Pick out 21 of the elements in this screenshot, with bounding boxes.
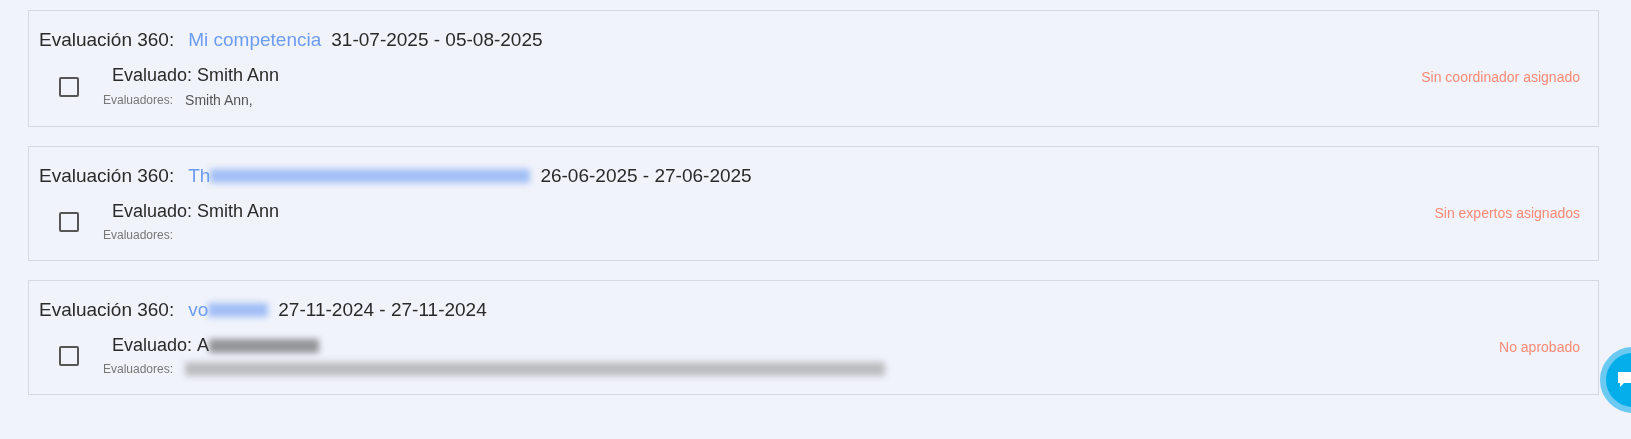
evaluation-type: Evaluación 360: bbox=[39, 165, 175, 187]
evaluated-label: Evaluado: bbox=[112, 201, 193, 222]
evaluation-period: 31-07-2025 - 05-08-2025 bbox=[331, 29, 543, 51]
status-text: No aprobado bbox=[1499, 339, 1580, 355]
competence-link[interactable]: Mi competencia bbox=[188, 29, 322, 51]
evaluators-label: Evaluadores: bbox=[103, 228, 174, 242]
evaluated-name: Smith Ann bbox=[197, 65, 280, 86]
evaluators-label: Evaluadores: bbox=[103, 362, 174, 376]
competence-link[interactable]: vo bbox=[188, 299, 269, 321]
status-text: Sin expertos asignados bbox=[1434, 205, 1580, 221]
evaluators-label: Evaluadores: bbox=[103, 93, 174, 107]
evaluation-period: 26-06-2025 - 27-06-2025 bbox=[540, 165, 752, 187]
status-text: Sin coordinador asignado bbox=[1421, 69, 1580, 85]
evaluation-type: Evaluación 360: bbox=[39, 299, 175, 321]
evaluation-type: Evaluación 360: bbox=[39, 29, 175, 51]
evaluators-names: Smith Ann, bbox=[185, 92, 253, 108]
evaluated-label: Evaluado: bbox=[112, 335, 193, 356]
evaluated-label: Evaluado: bbox=[112, 65, 193, 86]
evaluated-name: A bbox=[197, 335, 320, 356]
evaluation-period: 27-11-2024 - 27-11-2024 bbox=[278, 299, 487, 321]
evaluated-name: Smith Ann bbox=[197, 201, 280, 222]
